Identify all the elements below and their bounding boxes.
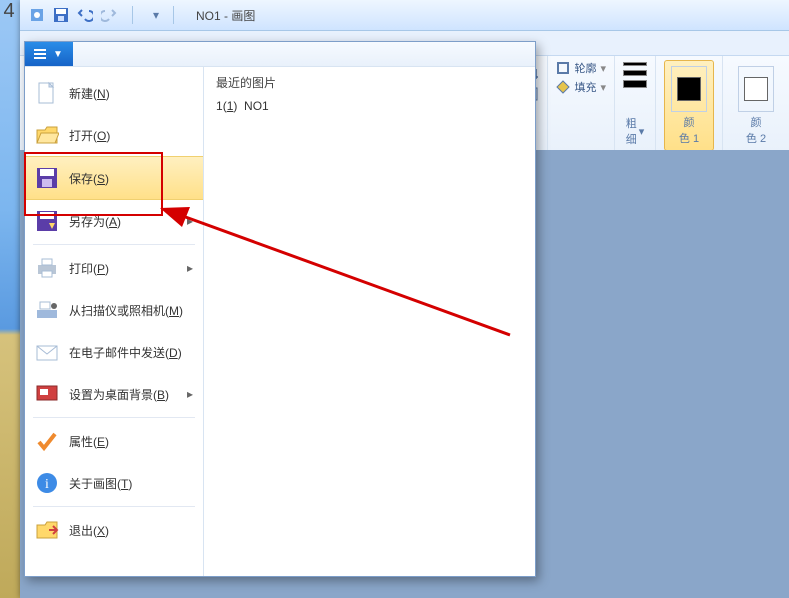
- file-menu-properties[interactable]: 属性(E): [25, 420, 203, 462]
- desktop-bg-icon: [35, 382, 59, 406]
- stroke-preview[interactable]: [623, 62, 647, 88]
- qat-separator: [132, 6, 133, 24]
- file-menu-exit[interactable]: 退出(X): [25, 509, 203, 551]
- fill-button[interactable]: 填充 ▾: [556, 79, 606, 95]
- qat-redo-icon[interactable]: [100, 6, 118, 24]
- svg-text:i: i: [45, 477, 49, 492]
- recent-item[interactable]: 1(1) NO1: [216, 99, 523, 113]
- color1-button[interactable]: 颜 色 1: [664, 60, 714, 151]
- file-menu-scanner-label: 从扫描仪或照相机(M): [69, 302, 183, 319]
- file-menu-desktop[interactable]: 设置为桌面背景(B) ▸: [25, 373, 203, 415]
- popup-head: ▼: [25, 42, 535, 67]
- check-icon: [35, 429, 59, 453]
- file-menu-list: 新建(N) 打开(O) 保存(S) 另存为(A) ▸: [25, 66, 204, 576]
- recent-panel: 最近的图片 1(1) NO1: [204, 66, 535, 576]
- menu-separator: [33, 506, 195, 507]
- title-separator: [173, 6, 174, 24]
- exit-icon: [35, 518, 59, 542]
- file-menu-new-label: 新建(N): [69, 85, 110, 102]
- menu-separator: [33, 244, 195, 245]
- file-menu-desktop-label: 设置为桌面背景(B): [69, 386, 169, 403]
- ribbon-group-color1: 颜 色 1: [656, 56, 723, 151]
- file-menu-about-label: 关于画图(T): [69, 475, 132, 492]
- qat-undo-icon[interactable]: [76, 6, 94, 24]
- qat-save-icon[interactable]: [52, 6, 70, 24]
- file-menu-scanner[interactable]: 从扫描仪或照相机(M): [25, 289, 203, 331]
- file-menu-button[interactable]: ▼: [25, 42, 73, 66]
- file-menu-properties-label: 属性(E): [69, 433, 109, 450]
- ribbon-group-color2: 颜 色 2: [723, 56, 789, 151]
- file-menu-print-label: 打印(P): [69, 260, 109, 277]
- file-menu-open-label: 打开(O): [69, 127, 110, 144]
- window-title: NO1 - 画图: [196, 7, 255, 24]
- open-folder-icon: [35, 123, 59, 147]
- file-menu-new[interactable]: 新建(N): [25, 72, 203, 114]
- file-menu-about[interactable]: i 关于画图(T): [25, 462, 203, 504]
- file-menu-email[interactable]: 在电子邮件中发送(D): [25, 331, 203, 373]
- ribbon-group-shapes: 轮廓 ▾ 填充 ▾: [548, 56, 615, 151]
- app-icon: [28, 6, 46, 24]
- printer-icon: [35, 256, 59, 280]
- quick-access-toolbar: ▾: [28, 6, 165, 24]
- info-icon: i: [35, 471, 59, 495]
- scanner-icon: [35, 298, 59, 322]
- file-menu-exit-label: 退出(X): [69, 522, 109, 539]
- qat-customize-icon[interactable]: ▾: [147, 6, 165, 24]
- email-icon: [35, 340, 59, 364]
- annotation-red-box: [24, 152, 163, 216]
- file-menu-arrow-icon: ▼: [53, 49, 63, 60]
- file-menu-print[interactable]: 打印(P) ▸: [25, 247, 203, 289]
- left-badge: 4: [0, 0, 18, 23]
- new-doc-icon: [35, 81, 59, 105]
- color2-button[interactable]: 颜 色 2: [731, 60, 781, 151]
- recent-header: 最近的图片: [216, 74, 523, 91]
- submenu-indicator-icon: ▸: [187, 387, 193, 401]
- stroke-label: 粗 细▾: [626, 115, 645, 149]
- outline-button[interactable]: 轮廓 ▾: [556, 60, 606, 76]
- submenu-indicator-icon: ▸: [187, 261, 193, 275]
- menu-separator: [33, 417, 195, 418]
- ribbon-group-stroke: 粗 细▾: [615, 56, 656, 151]
- file-menu-open[interactable]: 打开(O): [25, 114, 203, 156]
- titlebar: ▾ NO1 - 画图: [20, 0, 789, 31]
- file-menu-popup: ▼ 新建(N) 打开(O) 保存(S) 另存为(A): [24, 41, 536, 577]
- file-menu-email-label: 在电子邮件中发送(D): [69, 344, 182, 361]
- submenu-indicator-icon: ▸: [187, 214, 193, 228]
